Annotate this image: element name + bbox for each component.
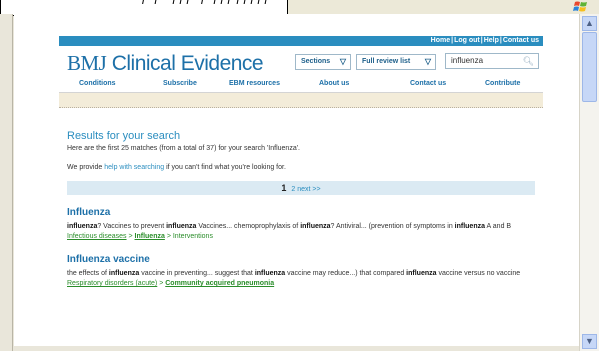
result-breadcrumb: Respiratory disorders (acute) > Communit…: [67, 279, 535, 289]
main-nav: Conditions Subscribe EBM resources About…: [59, 76, 543, 93]
results-summary: Here are the first 25 matches (from a to…: [67, 145, 300, 152]
result-breadcrumb: Infectious diseases > Influenza > Interv…: [67, 232, 535, 242]
scroll-thumb[interactable]: [582, 32, 597, 102]
nav-conditions[interactable]: Conditions: [79, 80, 116, 87]
nav-contact-us[interactable]: Contact us: [410, 80, 446, 87]
result-snippet: influenza? Vaccines to prevent influenza…: [67, 223, 512, 230]
util-link-logout[interactable]: Log out: [454, 37, 480, 44]
crumb-link[interactable]: Community acquired pneumonia: [165, 280, 274, 287]
crumb-link[interactable]: Infectious diseases: [67, 233, 127, 240]
util-link-contact[interactable]: Contact us: [503, 37, 539, 44]
chevron-down-icon: ▽: [424, 57, 431, 66]
crumb-link[interactable]: Influenza: [135, 233, 165, 240]
search-value: influenza: [451, 56, 484, 65]
callout-text: / / / / / / / / / / / / / /: [131, 0, 269, 6]
result-title[interactable]: Influenza: [67, 207, 535, 218]
windows-logo-icon: [573, 1, 587, 12]
scroll-down-button[interactable]: ▼: [582, 334, 597, 349]
pagination: 1 2 next >>: [67, 181, 535, 195]
full-review-dropdown[interactable]: Full review list ▽: [356, 54, 436, 70]
chevron-down-icon: ▽: [339, 57, 346, 66]
site-container: Home|Log out|Help|Contact us BMJ Clinica…: [59, 36, 543, 289]
logo-bmj: BMJ: [67, 51, 107, 75]
util-link-help[interactable]: Help: [484, 37, 499, 44]
nav-about-us[interactable]: About us: [319, 80, 349, 87]
page-2-link[interactable]: 2: [291, 186, 295, 193]
nav-ebm-resources[interactable]: EBM resources: [229, 80, 280, 87]
vertical-scrollbar[interactable]: ▲ ▼: [579, 14, 599, 351]
logo-text: Clinical Evidence: [111, 52, 264, 75]
crumb-link[interactable]: Respiratory disorders (acute): [67, 280, 157, 287]
help-link[interactable]: help with searching: [104, 164, 164, 171]
site-header: BMJ Clinical Evidence Sections ▽ Full re…: [59, 46, 543, 76]
crumb-link[interactable]: Interventions: [173, 233, 213, 240]
results-heading: Results for your search: [67, 130, 181, 142]
crumb-sep: >: [164, 233, 173, 240]
utility-bar: Home|Log out|Help|Contact us: [59, 36, 543, 46]
page-current: 1: [281, 183, 287, 193]
sections-dropdown[interactable]: Sections ▽: [295, 54, 351, 70]
bottom-frame: [13, 346, 579, 351]
scroll-up-button[interactable]: ▲: [582, 16, 597, 31]
site-logo[interactable]: BMJ Clinical Evidence: [67, 51, 264, 76]
nav-contribute[interactable]: Contribute: [485, 80, 520, 87]
util-link-home[interactable]: Home: [431, 37, 450, 44]
result-title[interactable]: Influenza vaccine: [67, 254, 535, 265]
crumb-sep: >: [126, 233, 135, 240]
result-item: Influenza influenza? Vaccines to prevent…: [67, 207, 535, 242]
result-snippet: the effects of influenza vaccine in prev…: [67, 270, 521, 277]
header-band: [59, 93, 543, 108]
help-line: We provide help with searching if you ca…: [67, 163, 535, 172]
results-area: Results for your search Here are the fir…: [59, 130, 543, 289]
full-review-label: Full review list: [362, 58, 411, 65]
next-page-link[interactable]: next >>: [297, 186, 320, 193]
left-window-frame: [0, 14, 13, 351]
search-input[interactable]: influenza 🔍︎: [445, 53, 539, 69]
utility-links: Home|Log out|Help|Contact us: [430, 37, 539, 44]
result-item: Influenza vaccine the effects of influen…: [67, 254, 535, 289]
search-icon[interactable]: 🔍︎: [523, 54, 534, 68]
sections-label: Sections: [301, 58, 331, 65]
help-pre: We provide: [67, 164, 105, 171]
page-viewport: Home|Log out|Help|Contact us BMJ Clinica…: [14, 14, 579, 346]
help-post: if you can't find what you're looking fo…: [164, 164, 286, 171]
nav-subscribe[interactable]: Subscribe: [163, 80, 197, 87]
